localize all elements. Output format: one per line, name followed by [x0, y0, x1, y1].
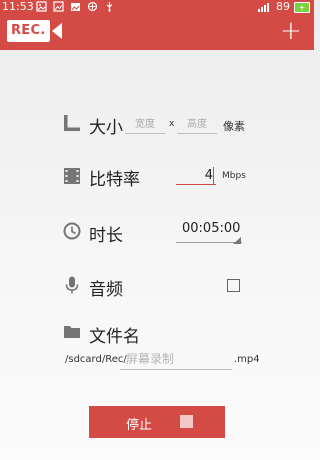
battery-level: 89 — [276, 0, 290, 13]
status-notification-icons — [36, 1, 115, 12]
camera-icon — [51, 23, 62, 39]
stop-icon — [180, 415, 193, 428]
folder-icon — [64, 326, 80, 338]
stop-button[interactable]: 停止 — [89, 406, 225, 438]
size-label: 大小 — [89, 118, 123, 138]
path-prefix: /sdcard/Rec/ — [65, 354, 127, 365]
logo-text: REC. — [7, 20, 50, 42]
notification-gallery-icon — [71, 3, 80, 11]
audio-label: 音频 — [89, 280, 123, 300]
bitrate-unit: Mbps — [222, 171, 246, 181]
bitrate-input[interactable]: 4 — [176, 166, 216, 185]
duration-label: 时长 — [89, 226, 123, 246]
status-bar: 11:53 89 + — [0, 0, 314, 14]
size-unit: 像素 — [223, 120, 245, 133]
status-time: 11:53 — [2, 0, 34, 13]
dropdown-indicator-icon — [233, 237, 241, 244]
width-input[interactable]: 宽度 — [125, 118, 165, 134]
stop-label: 停止 — [126, 418, 153, 433]
bitrate-label: 比特率 — [89, 170, 140, 190]
app-logo: REC. — [7, 20, 62, 42]
clock-icon — [63, 222, 81, 240]
notification-sync-icon — [87, 1, 98, 12]
notification-photo-icon — [53, 1, 64, 12]
battery-charging-sign: + — [298, 2, 306, 12]
add-button[interactable]: + — [280, 18, 302, 44]
filename-label: 文件名 — [89, 327, 140, 347]
height-placeholder: 高度 — [187, 119, 207, 130]
notification-image-icon — [36, 1, 47, 12]
file-extension: .mp4 — [234, 354, 260, 365]
height-input[interactable]: 高度 — [177, 118, 217, 134]
size-separator: x — [169, 119, 175, 129]
status-system-icons: 89 + — [258, 0, 310, 14]
microphone-icon — [65, 276, 79, 294]
width-placeholder: 宽度 — [135, 119, 155, 130]
signal-icon — [258, 3, 269, 12]
battery-icon: + — [294, 1, 310, 13]
size-icon — [64, 115, 80, 131]
app-bar: REC. + — [0, 14, 314, 50]
filename-input[interactable]: 屏幕录制 — [120, 351, 232, 370]
filename-placeholder: 屏幕录制 — [126, 352, 175, 366]
film-icon — [64, 168, 80, 184]
duration-value: 00:05:00 — [182, 221, 241, 236]
text-cursor — [213, 167, 214, 184]
notification-usb-icon — [106, 2, 113, 12]
audio-checkbox[interactable] — [227, 279, 240, 292]
